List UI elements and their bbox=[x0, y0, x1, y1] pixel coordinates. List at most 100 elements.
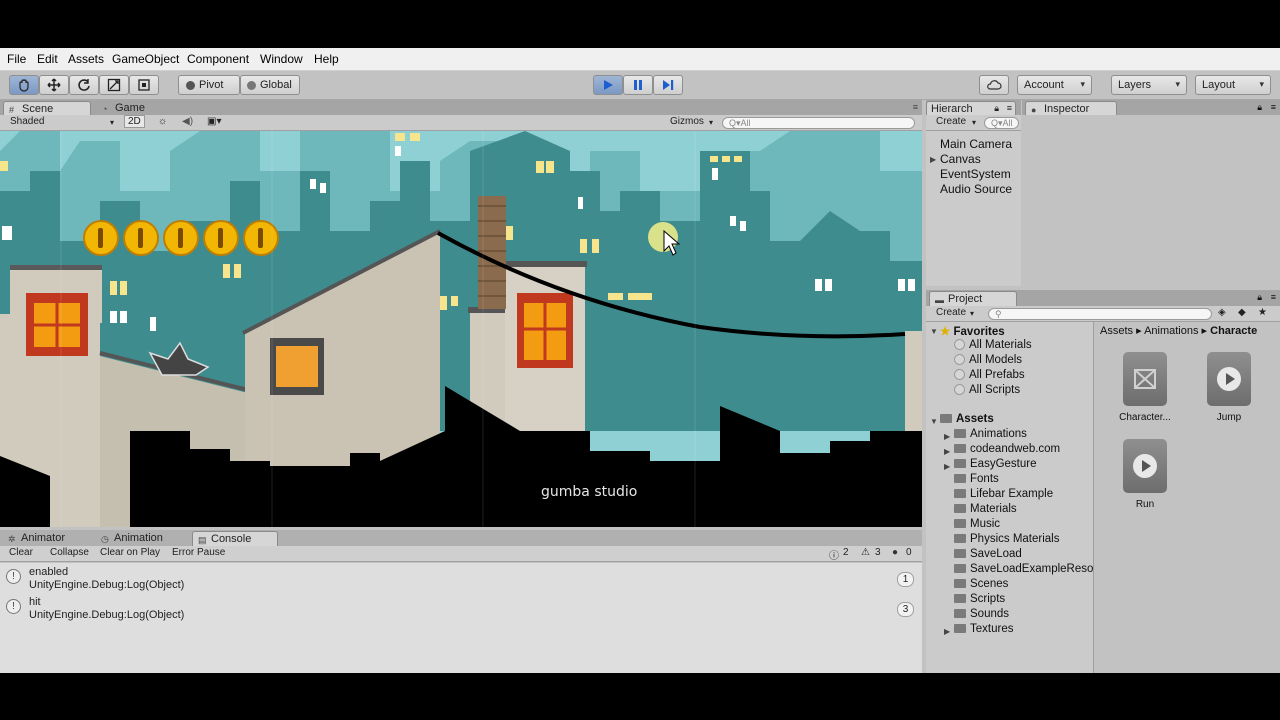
hierarchy-item[interactable]: Audio Source bbox=[940, 182, 1012, 196]
clear-on-play-button[interactable]: Clear on Play bbox=[100, 547, 160, 558]
lock-icon[interactable]: 🔒︎ bbox=[994, 103, 999, 114]
filter-by-label-icon[interactable]: ◆ bbox=[1238, 307, 1246, 318]
folder-item[interactable]: codeandweb.com bbox=[954, 443, 1060, 455]
hierarchy-item[interactable]: Main Camera bbox=[940, 137, 1012, 151]
panel-menu-icon[interactable]: ≡ bbox=[1007, 103, 1012, 113]
hand-tool-button[interactable] bbox=[9, 75, 39, 95]
expand-arrow-icon[interactable]: ▶ bbox=[944, 627, 950, 636]
log-entry[interactable]: ! enabled UnityEngine.Debug:Log(Object) … bbox=[0, 565, 922, 595]
menu-gameobject[interactable]: GameObject bbox=[112, 52, 179, 66]
favorite-item[interactable]: All Models bbox=[954, 354, 1022, 366]
menu-edit[interactable]: Edit bbox=[37, 52, 58, 66]
menu-help[interactable]: Help bbox=[314, 52, 339, 66]
tab-animator[interactable]: ✲ Animator bbox=[3, 531, 83, 547]
menu-file[interactable]: File bbox=[7, 52, 26, 66]
lock-icon[interactable]: 🔒︎ bbox=[1257, 102, 1262, 113]
folder-label: Textures bbox=[970, 623, 1014, 635]
shading-mode-dropdown[interactable]: Shaded bbox=[10, 116, 44, 127]
tab-console[interactable]: ▤ Console bbox=[192, 531, 278, 547]
breadcrumb-item[interactable]: Characte bbox=[1210, 325, 1257, 337]
global-toggle[interactable]: Global bbox=[240, 75, 300, 95]
effects-toggle-icon[interactable]: ▣▾ bbox=[207, 116, 221, 127]
log-entry[interactable]: ! hit UnityEngine.Debug:Log(Object) 3 bbox=[0, 595, 922, 625]
audio-toggle-icon[interactable]: ◀) bbox=[182, 116, 193, 127]
panel-menu-icon[interactable]: ≡ bbox=[1271, 102, 1276, 112]
tab-animation[interactable]: ◷ Animation bbox=[96, 531, 186, 547]
layers-dropdown[interactable]: Layers bbox=[1111, 75, 1187, 95]
collapse-arrow-icon[interactable]: ▼ bbox=[930, 327, 938, 336]
hierarchy-item[interactable]: Canvas bbox=[940, 152, 981, 166]
folder-item[interactable]: Scenes bbox=[954, 578, 1008, 590]
expand-arrow-icon[interactable]: ▶ bbox=[930, 155, 936, 164]
hierarchy-create-button[interactable]: Create bbox=[936, 116, 966, 127]
lock-icon[interactable]: 🔒︎ bbox=[1257, 292, 1262, 303]
folder-item[interactable]: Textures bbox=[954, 623, 1013, 635]
collapse-arrow-icon[interactable]: ▼ bbox=[930, 417, 938, 426]
message-count[interactable]: 3 bbox=[875, 547, 881, 558]
favorite-item[interactable]: All Scripts bbox=[954, 384, 1020, 396]
tab-project[interactable]: ▬ Project bbox=[929, 291, 1017, 307]
panel-menu-icon[interactable]: ≡ bbox=[1271, 292, 1276, 302]
folder-item[interactable]: SaveLoadExampleReso bbox=[954, 563, 1093, 575]
warning-filter-icon[interactable]: ⓘ bbox=[829, 547, 839, 562]
asset-tile[interactable]: Character... bbox=[1110, 352, 1180, 423]
folder-item[interactable]: Physics Materials bbox=[954, 533, 1059, 545]
gizmos-dropdown[interactable]: Gizmos bbox=[670, 116, 704, 127]
folder-label: Animations bbox=[970, 428, 1027, 440]
project-search-input[interactable]: ⚲ bbox=[988, 308, 1212, 320]
scene-search-input[interactable]: Q▾All bbox=[722, 117, 915, 129]
error-filter-icon[interactable]: ● bbox=[892, 547, 898, 558]
lighting-toggle-icon[interactable]: ☼ bbox=[158, 116, 167, 127]
folder-item[interactable]: Sounds bbox=[954, 608, 1009, 620]
pivot-toggle[interactable]: Pivot bbox=[178, 75, 240, 95]
folder-item[interactable]: Scripts bbox=[954, 593, 1005, 605]
scale-tool-button[interactable] bbox=[99, 75, 129, 95]
layout-dropdown[interactable]: Layout bbox=[1195, 75, 1271, 95]
folder-item[interactable]: Music bbox=[954, 518, 1000, 530]
expand-arrow-icon[interactable]: ▶ bbox=[944, 447, 950, 456]
scene-viewport[interactable]: gumba studio bbox=[0, 131, 922, 527]
message-filter-icon[interactable]: ⚠ bbox=[861, 547, 870, 558]
expand-arrow-icon[interactable]: ▶ bbox=[944, 432, 950, 441]
rect-tool-button[interactable] bbox=[129, 75, 159, 95]
assets-root[interactable]: Assets bbox=[940, 413, 994, 425]
step-button[interactable] bbox=[653, 75, 683, 95]
breadcrumb-item[interactable]: Animations bbox=[1144, 325, 1198, 337]
play-button[interactable] bbox=[593, 75, 623, 95]
breadcrumb-item[interactable]: Assets bbox=[1100, 325, 1133, 337]
favorite-item[interactable]: All Prefabs bbox=[954, 369, 1025, 381]
panel-menu-icon[interactable]: ≡ bbox=[913, 102, 918, 112]
star-icon: ★ bbox=[940, 326, 951, 338]
hierarchy-search-input[interactable]: Q▾All bbox=[984, 117, 1019, 129]
folder-item[interactable]: EasyGesture bbox=[954, 458, 1036, 470]
pause-button[interactable] bbox=[623, 75, 653, 95]
error-count[interactable]: 0 bbox=[906, 547, 912, 558]
warning-count[interactable]: 2 bbox=[843, 547, 849, 558]
move-tool-button[interactable] bbox=[39, 75, 69, 95]
folder-item[interactable]: Materials bbox=[954, 503, 1017, 515]
collapse-button[interactable]: Collapse bbox=[50, 547, 89, 558]
2d-toggle[interactable]: 2D bbox=[124, 115, 145, 128]
menu-assets[interactable]: Assets bbox=[68, 52, 104, 66]
error-pause-button[interactable]: Error Pause bbox=[172, 547, 225, 558]
favorite-star-icon[interactable]: ★ bbox=[1258, 307, 1267, 318]
filter-by-type-icon[interactable]: ◈ bbox=[1218, 307, 1226, 318]
account-dropdown[interactable]: Account bbox=[1017, 75, 1092, 95]
clear-button[interactable]: Clear bbox=[9, 547, 33, 558]
menu-window[interactable]: Window bbox=[260, 52, 303, 66]
asset-tile[interactable]: Jump bbox=[1194, 352, 1264, 423]
menu-component[interactable]: Component bbox=[187, 52, 249, 66]
pivot-icon bbox=[186, 80, 195, 90]
folder-item[interactable]: SaveLoad bbox=[954, 548, 1022, 560]
cloud-button[interactable] bbox=[979, 75, 1009, 95]
expand-arrow-icon[interactable]: ▶ bbox=[944, 462, 950, 471]
folder-item[interactable]: Fonts bbox=[954, 473, 999, 485]
hierarchy-item[interactable]: EventSystem bbox=[940, 167, 1011, 181]
project-create-button[interactable]: Create bbox=[936, 307, 966, 318]
favorite-item[interactable]: All Materials bbox=[954, 339, 1032, 351]
asset-tile[interactable]: Run bbox=[1110, 439, 1180, 510]
folder-item[interactable]: Lifebar Example bbox=[954, 488, 1053, 500]
rotate-tool-button[interactable] bbox=[69, 75, 99, 95]
folder-item[interactable]: Animations bbox=[954, 428, 1027, 440]
favorites-header[interactable]: ★ Favorites bbox=[940, 324, 1005, 338]
